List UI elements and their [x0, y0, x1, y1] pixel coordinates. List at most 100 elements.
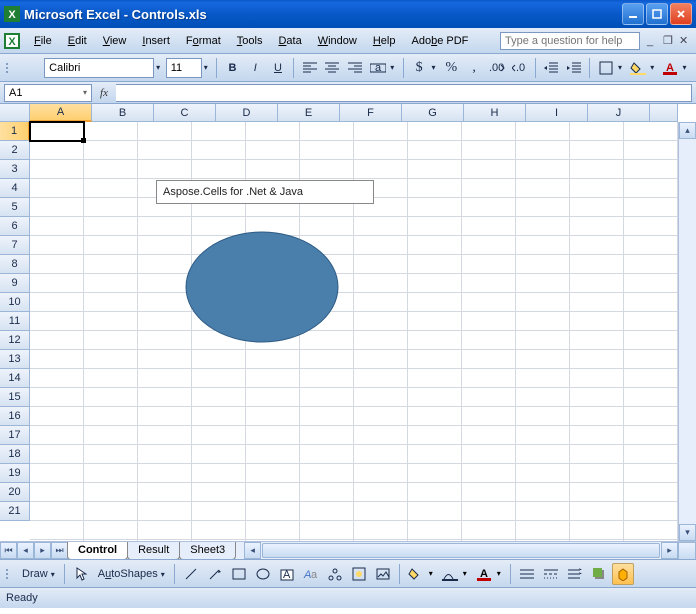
column-header[interactable]: D [216, 104, 278, 122]
cell[interactable] [354, 464, 408, 483]
cell[interactable] [354, 350, 408, 369]
cell[interactable] [138, 445, 192, 464]
row-header[interactable]: 19 [0, 464, 30, 483]
cell[interactable] [138, 464, 192, 483]
cell[interactable] [408, 502, 462, 521]
cell[interactable] [30, 141, 84, 160]
cell[interactable] [570, 141, 624, 160]
cell[interactable] [192, 483, 246, 502]
cell[interactable] [624, 388, 678, 407]
menu-help[interactable]: Help [365, 33, 404, 49]
borders-button[interactable] [595, 57, 616, 79]
cell[interactable] [462, 369, 516, 388]
cell[interactable] [30, 388, 84, 407]
cell[interactable] [462, 122, 516, 141]
draw-menu[interactable]: Draw ▾ [18, 566, 59, 582]
row-header[interactable]: 8 [0, 255, 30, 274]
cell[interactable] [30, 350, 84, 369]
arrow-button[interactable] [204, 563, 226, 585]
bold-button[interactable]: B [222, 57, 243, 79]
merge-dropdown-icon[interactable]: ▾ [390, 63, 398, 72]
mdi-restore-button[interactable]: ❐ [660, 34, 676, 47]
cell[interactable] [516, 293, 570, 312]
cell[interactable] [570, 502, 624, 521]
cell[interactable] [84, 179, 138, 198]
cell[interactable] [408, 198, 462, 217]
cell[interactable] [408, 483, 462, 502]
toolbar-grip[interactable] [6, 58, 12, 78]
mdi-minimize-button[interactable]: _ [644, 35, 660, 47]
cell[interactable] [138, 160, 192, 179]
oval-button[interactable] [252, 563, 274, 585]
column-header[interactable]: H [464, 104, 526, 122]
cell[interactable] [300, 483, 354, 502]
cell[interactable] [462, 217, 516, 236]
cell[interactable] [570, 293, 624, 312]
cell[interactable] [516, 160, 570, 179]
horizontal-scroll-track[interactable]: ◂ ▸ [244, 542, 678, 559]
cell[interactable] [516, 407, 570, 426]
vertical-scrollbar[interactable]: ▴ ▾ [678, 122, 696, 541]
decrease-decimal-button[interactable]: .0 [509, 57, 530, 79]
cell[interactable] [246, 521, 300, 540]
row-header[interactable]: 4 [0, 179, 30, 198]
cell[interactable] [624, 141, 678, 160]
align-center-button[interactable] [322, 57, 343, 79]
cell[interactable] [516, 445, 570, 464]
cell[interactable] [354, 426, 408, 445]
cell[interactable] [408, 274, 462, 293]
cell[interactable] [84, 388, 138, 407]
cell[interactable] [462, 521, 516, 540]
row-header[interactable]: 15 [0, 388, 30, 407]
row-header[interactable]: 14 [0, 369, 30, 388]
row-header[interactable]: 10 [0, 293, 30, 312]
cell[interactable] [624, 179, 678, 198]
row-header[interactable]: 2 [0, 141, 30, 160]
cell[interactable] [300, 426, 354, 445]
column-header[interactable]: G [402, 104, 464, 122]
cell[interactable] [516, 350, 570, 369]
scroll-right-button[interactable]: ▸ [661, 542, 678, 559]
cell[interactable] [570, 312, 624, 331]
cell[interactable] [84, 141, 138, 160]
help-search-input[interactable] [500, 32, 640, 50]
cell[interactable] [84, 160, 138, 179]
row-header[interactable]: 13 [0, 350, 30, 369]
line-color-button[interactable] [439, 563, 461, 585]
cell[interactable] [462, 464, 516, 483]
cell[interactable] [138, 369, 192, 388]
3d-button[interactable] [612, 563, 634, 585]
cell[interactable] [462, 407, 516, 426]
cell[interactable] [30, 160, 84, 179]
cell[interactable] [462, 312, 516, 331]
cell[interactable] [300, 122, 354, 141]
cell[interactable] [30, 122, 84, 141]
cell[interactable] [246, 141, 300, 160]
tab-nav-first-button[interactable]: ⏮ [0, 542, 17, 559]
rectangle-button[interactable] [228, 563, 250, 585]
cell[interactable] [246, 426, 300, 445]
cell[interactable] [300, 521, 354, 540]
cell[interactable] [30, 483, 84, 502]
tab-nav-next-button[interactable]: ▸ [34, 542, 51, 559]
cell[interactable] [354, 483, 408, 502]
cell[interactable] [30, 179, 84, 198]
cell[interactable] [408, 217, 462, 236]
cell[interactable] [408, 312, 462, 331]
cell[interactable] [84, 445, 138, 464]
dash-style-button[interactable] [540, 563, 562, 585]
tab-nav-prev-button[interactable]: ◂ [17, 542, 34, 559]
cell[interactable] [408, 445, 462, 464]
cell[interactable] [192, 426, 246, 445]
increase-decimal-button[interactable]: .00 [486, 57, 507, 79]
cell[interactable] [462, 426, 516, 445]
cell[interactable] [516, 312, 570, 331]
drawbar-grip[interactable] [6, 564, 12, 584]
cell[interactable] [246, 160, 300, 179]
cell[interactable] [300, 160, 354, 179]
row-header[interactable]: 12 [0, 331, 30, 350]
cell[interactable] [516, 483, 570, 502]
cell[interactable] [84, 483, 138, 502]
cell[interactable] [624, 236, 678, 255]
cell[interactable] [354, 407, 408, 426]
